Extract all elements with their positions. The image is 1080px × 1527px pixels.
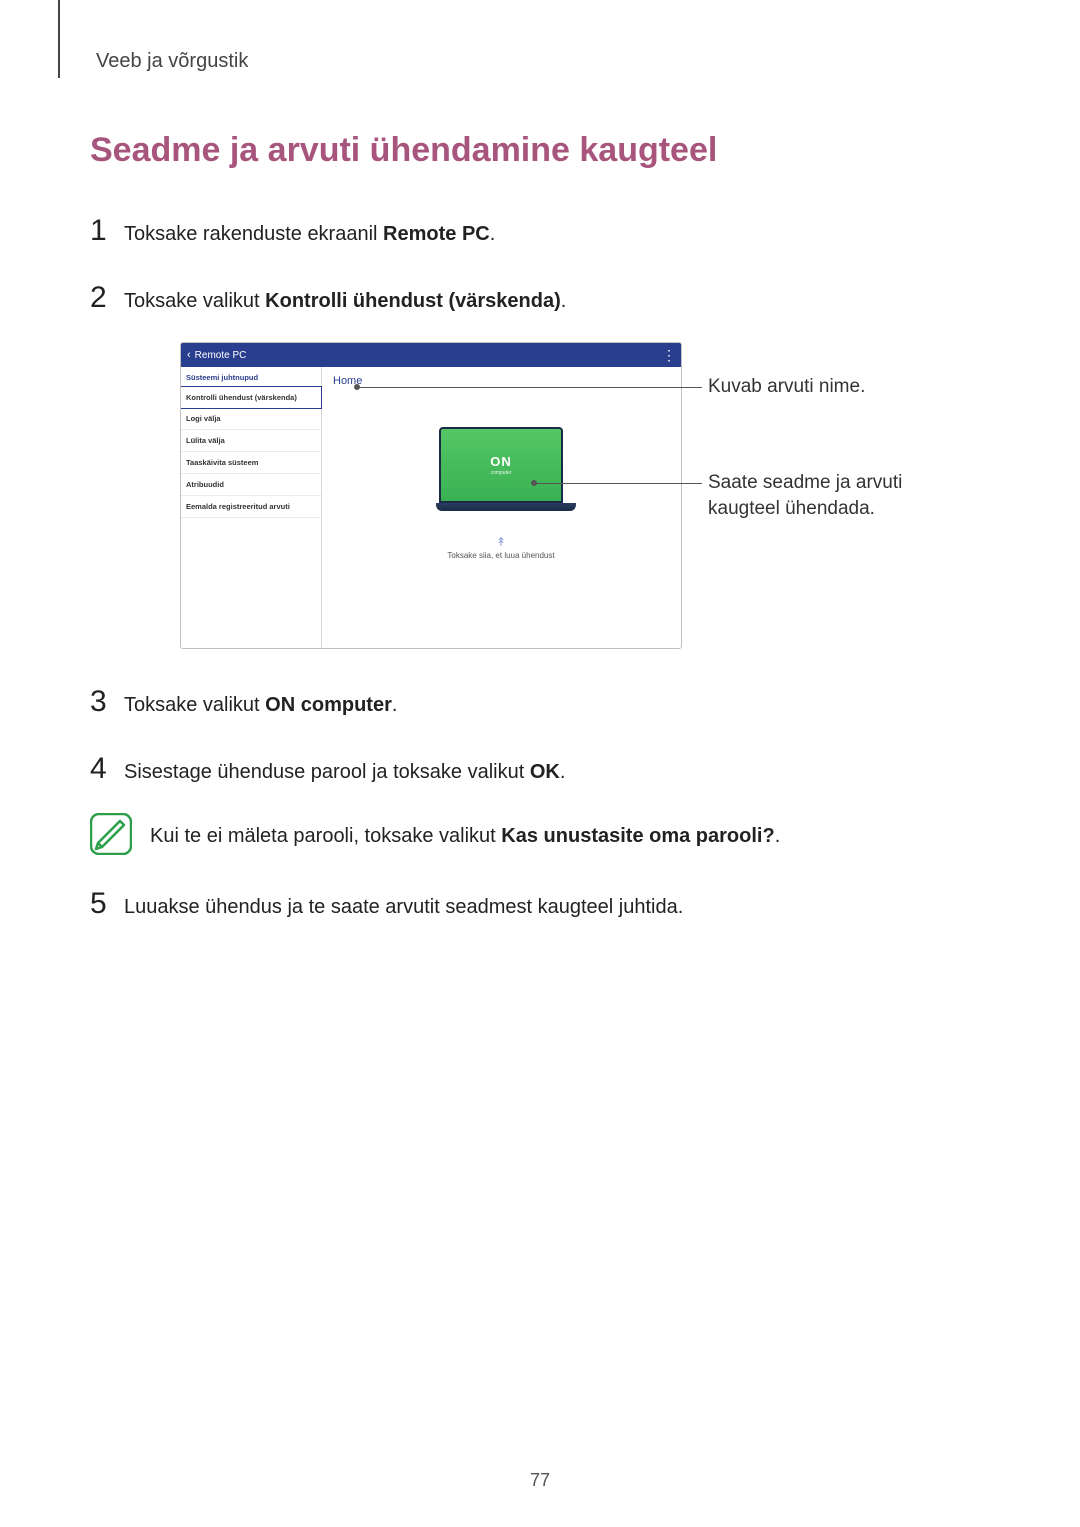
step-text: Luuakse ühendus ja te saate arvutit sead…	[124, 892, 990, 922]
step-number: 3	[90, 679, 124, 724]
sidebar-item-remove[interactable]: Eemalda registreeritud arvuti	[181, 496, 321, 518]
tap-hint-area: ↟ Toksake siia, et luua ühendust	[447, 535, 554, 560]
step-pre: Luuakse ühendus ja te saate arvutit sead…	[124, 896, 683, 918]
step-number: 5	[90, 881, 124, 926]
step-3: 3 Toksake valikut ON computer.	[90, 679, 990, 724]
step-number: 2	[90, 275, 124, 320]
laptop-base	[436, 503, 576, 511]
step-5: 5 Luuakse ühendus ja te saate arvutit se…	[90, 881, 990, 926]
laptop-graphic[interactable]: ON computer	[436, 427, 566, 511]
on-label: ON	[490, 454, 512, 469]
sidebar-item-shutdown[interactable]: Lülita välja	[181, 430, 321, 452]
step-pre: Toksake valikut	[124, 290, 265, 312]
callout-text-connect: Saate seadme ja arvuti kaugteel ühendada…	[708, 470, 908, 521]
step-1: 1 Toksake rakenduste ekraanil Remote PC.	[90, 208, 990, 253]
sidebar-item-check-connection[interactable]: Kontrolli ühendust (värskenda)	[180, 386, 322, 409]
note-pre: Kui te ei mäleta parooli, toksake valiku…	[150, 825, 501, 847]
step-bold: OK	[530, 761, 560, 783]
step-bold: Kontrolli ühendust (värskenda)	[265, 290, 561, 312]
step-pre: Toksake valikut	[124, 694, 265, 716]
step-post: .	[560, 761, 566, 783]
callout-text-name: Kuvab arvuti nime.	[708, 374, 908, 400]
step-bold: ON computer	[265, 694, 392, 716]
step-pre: Toksake rakenduste ekraanil	[124, 223, 383, 245]
step-post: .	[392, 694, 398, 716]
device-frame: ‹ Remote PC ⋮ Süsteemi juhtnupud Kontrol…	[180, 342, 682, 649]
figure: ‹ Remote PC ⋮ Süsteemi juhtnupud Kontrol…	[180, 342, 900, 649]
note-text: Kui te ei mäleta parooli, toksake valiku…	[150, 813, 780, 851]
menu-icon[interactable]: ⋮	[662, 347, 675, 364]
tap-hint-text: Toksake siia, et luua ühendust	[447, 551, 554, 560]
step-post: .	[561, 290, 567, 312]
step-bold: Remote PC	[383, 223, 490, 245]
step-text: Toksake rakenduste ekraanil Remote PC.	[124, 219, 990, 249]
up-arrow-icon: ↟	[496, 535, 506, 549]
section-header: Veeb ja võrgustik	[96, 50, 990, 73]
sidebar-item-restart[interactable]: Taaskäivita süsteem	[181, 452, 321, 474]
callout-line	[534, 483, 702, 485]
step-text: Sisestage ühenduse parool ja toksake val…	[124, 757, 990, 787]
step-number: 4	[90, 746, 124, 791]
step-text: Toksake valikut ON computer.	[124, 690, 990, 720]
step-number: 1	[90, 208, 124, 253]
back-icon[interactable]: ‹	[187, 349, 191, 361]
header-rule	[58, 0, 60, 78]
sidebar-item-logout[interactable]: Logi välja	[181, 408, 321, 430]
sidebar: Süsteemi juhtnupud Kontrolli ühendust (v…	[181, 367, 322, 648]
note-bold: Kas unustasite oma parooli?	[501, 825, 774, 847]
on-sub-label: computer	[491, 470, 512, 476]
note: Kui te ei mäleta parooli, toksake valiku…	[90, 813, 990, 855]
page-number: 77	[0, 1470, 1080, 1491]
laptop-screen: ON computer	[439, 427, 563, 503]
callout-line	[357, 387, 702, 389]
main-panel: Home ON computer ↟ Toksake siia, et luua…	[321, 367, 681, 648]
titlebar-text: Remote PC	[195, 350, 247, 361]
step-2: 2 Toksake valikut Kontrolli ühendust (vä…	[90, 275, 990, 320]
step-post: .	[490, 223, 496, 245]
note-post: .	[775, 825, 781, 847]
step-4: 4 Sisestage ühenduse parool ja toksake v…	[90, 746, 990, 791]
sidebar-item-attributes[interactable]: Atribuudid	[181, 474, 321, 496]
app-titlebar: ‹ Remote PC ⋮	[181, 343, 681, 367]
page-title: Seadme ja arvuti ühendamine kaugteel	[90, 131, 990, 170]
note-icon	[90, 813, 132, 855]
step-text: Toksake valikut Kontrolli ühendust (värs…	[124, 286, 990, 316]
step-pre: Sisestage ühenduse parool ja toksake val…	[124, 761, 530, 783]
sidebar-header: Süsteemi juhtnupud	[181, 367, 321, 387]
